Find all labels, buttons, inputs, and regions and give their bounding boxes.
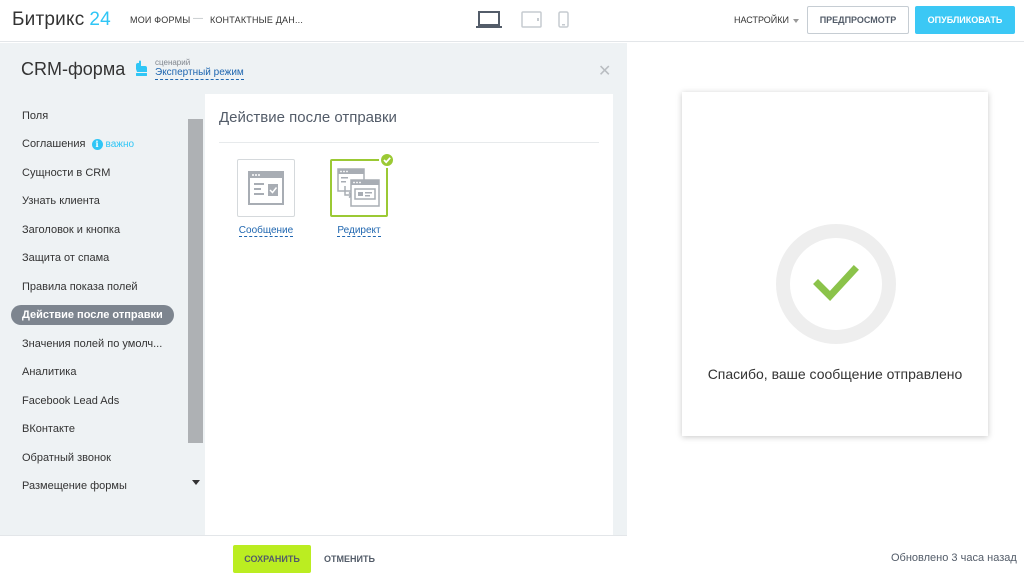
selected-check-icon xyxy=(379,152,395,168)
nav-item-agreements[interactable]: Соглашения i важно xyxy=(11,134,145,154)
phone-icon[interactable] xyxy=(558,10,570,35)
nav-item-after-submit[interactable]: Действие после отправки xyxy=(11,305,174,325)
nav-item-label: Узнать клиента xyxy=(22,195,100,207)
option-redirect-label-text: Редирект xyxy=(337,225,381,237)
nav-item-fields[interactable]: Поля xyxy=(11,106,59,126)
option-message-tile[interactable] xyxy=(237,159,295,217)
hand-pointer-icon xyxy=(133,60,150,82)
important-badge-label: важно xyxy=(105,138,135,150)
cancel-button[interactable]: ОТМЕНИТЬ xyxy=(322,545,377,573)
option-redirect-tile[interactable] xyxy=(330,152,395,217)
last-updated-status: Обновлено 3 часа назад xyxy=(891,552,1017,564)
nav-item-crm-entities[interactable]: Сущности в CRM xyxy=(11,163,121,183)
message-window-icon xyxy=(248,171,284,210)
option-message-label-text: Сообщение xyxy=(238,225,294,237)
nav-item-header-button[interactable]: Заголовок и кнопка xyxy=(11,220,131,240)
panel-title: CRM-форма xyxy=(21,59,126,79)
nav-item-facebook-lead-ads[interactable]: Facebook Lead Ads xyxy=(11,391,130,411)
option-redirect[interactable]: Редирект xyxy=(330,152,395,237)
form-preview-area: Спасибо, ваше сообщение отправлено xyxy=(627,43,1024,580)
info-icon: i xyxy=(91,139,103,150)
nav-item-form-placement[interactable]: Размещение формы xyxy=(11,476,138,496)
nav-item-label: Размещение формы xyxy=(22,480,127,492)
tablet-icon[interactable] xyxy=(521,10,543,35)
success-circle xyxy=(776,224,896,344)
breadcrumb-current-form[interactable]: КОНТАКТНЫЕ ДАН... xyxy=(210,15,303,25)
publish-button[interactable]: ОПУБЛИКОВАТЬ xyxy=(915,6,1015,34)
scroll-down-arrow-icon[interactable] xyxy=(192,480,200,485)
save-button[interactable]: СОХРАНИТЬ xyxy=(233,545,311,573)
breadcrumb-separator: — xyxy=(193,13,203,24)
scenario-caption: сценарий xyxy=(155,58,191,67)
laptop-icon[interactable] xyxy=(475,10,503,35)
nav-item-spam-protection[interactable]: Защита от спама xyxy=(11,248,120,268)
form-settings-panel: CRM-форма сценарий Экспертный режим ✕ По… xyxy=(0,43,627,535)
logo-number: 24 xyxy=(89,9,111,30)
chevron-down-icon xyxy=(793,18,799,23)
preview-button[interactable]: ПРЕДПРОСМОТР xyxy=(807,6,909,34)
nav-scrollbar[interactable] xyxy=(188,119,203,443)
redirect-windows-icon xyxy=(337,168,381,213)
important-badge[interactable]: i важно xyxy=(91,135,135,155)
logo-text: Битрикс xyxy=(12,9,85,30)
nav-item-label: Facebook Lead Ads xyxy=(22,395,120,407)
nav-item-label: Значения полей по умолч... xyxy=(22,338,163,350)
option-message-label[interactable]: Сообщение xyxy=(217,225,315,237)
option-redirect-label[interactable]: Редирект xyxy=(310,225,408,237)
nav-item-default-values[interactable]: Значения полей по умолч... xyxy=(11,334,173,354)
nav-item-label: Правила показа полей xyxy=(22,281,138,293)
after-submit-card: Действие после отправки Сообщение Редире… xyxy=(205,94,613,535)
nav-item-label: Действие после отправки xyxy=(22,309,163,321)
nav-item-vkontakte[interactable]: ВКонтакте xyxy=(11,419,86,439)
close-icon[interactable]: ✕ xyxy=(598,61,611,81)
divider xyxy=(219,142,599,143)
nav-item-label: ВКонтакте xyxy=(22,423,75,435)
nav-item-identify-client[interactable]: Узнать клиента xyxy=(11,191,111,211)
nav-item-label: Поля xyxy=(22,110,49,122)
option-message[interactable]: Сообщение xyxy=(237,159,295,237)
nav-item-label: Защита от спама xyxy=(22,252,110,264)
nav-item-label: Заголовок и кнопка xyxy=(22,224,121,236)
panel-footer: СОХРАНИТЬ ОТМЕНИТЬ xyxy=(0,535,627,580)
section-title: Действие после отправки xyxy=(219,109,397,126)
nav-item-analytics[interactable]: Аналитика xyxy=(11,362,87,382)
checkmark-icon xyxy=(810,260,862,313)
success-message: Спасибо, ваше сообщение отправлено xyxy=(707,366,963,382)
nav-item-label: Сущности в CRM xyxy=(22,167,111,179)
nav-item-callback[interactable]: Обратный звонок xyxy=(11,448,122,468)
settings-label: НАСТРОЙКИ xyxy=(734,15,789,25)
scenario-link[interactable]: Экспертный режим xyxy=(155,67,244,80)
breadcrumb-my-forms[interactable]: МОИ ФОРМЫ xyxy=(130,15,190,25)
form-preview-card: Спасибо, ваше сообщение отправлено xyxy=(682,92,988,436)
nav-item-field-rules[interactable]: Правила показа полей xyxy=(11,277,149,297)
top-bar: Битрикс 24 МОИ ФОРМЫ — КОНТАКТНЫЕ ДАН... … xyxy=(0,0,1024,42)
settings-menu[interactable]: НАСТРОЙКИ xyxy=(734,15,799,25)
nav-item-label: Соглашения xyxy=(22,138,86,150)
nav-item-label: Обратный звонок xyxy=(22,452,111,464)
logo[interactable]: Битрикс 24 xyxy=(12,9,111,31)
nav-item-label: Аналитика xyxy=(22,366,77,378)
